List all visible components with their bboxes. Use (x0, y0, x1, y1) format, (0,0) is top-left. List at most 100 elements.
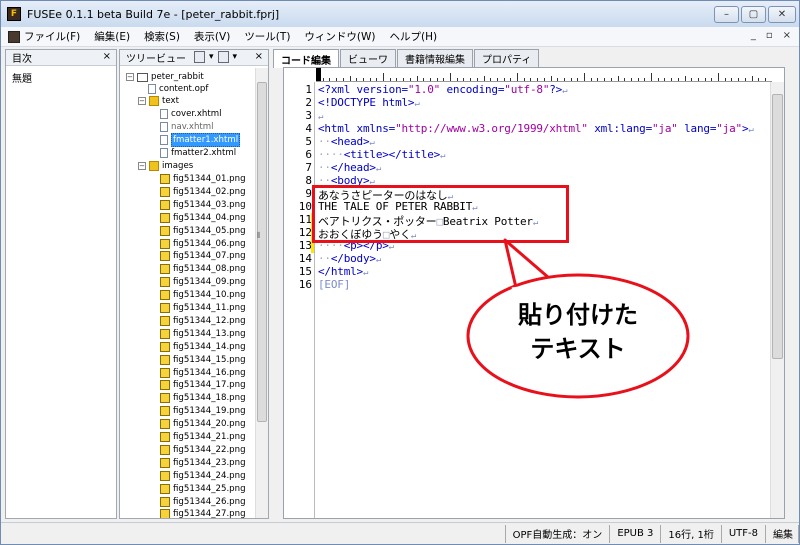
ruler-tick (691, 78, 693, 81)
tree-node-image[interactable]: fig51344_04.png (160, 212, 246, 224)
tree-node-image[interactable]: fig51344_12.png (160, 315, 246, 327)
minimize-button[interactable]: – (714, 6, 739, 23)
pane-splitter-grip[interactable]: ⦀ (257, 231, 261, 241)
close-button[interactable]: ✕ (768, 6, 796, 23)
tree-node-file[interactable]: cover.xhtml (160, 108, 222, 120)
tree-node-image[interactable]: fig51344_20.png (160, 418, 246, 430)
mdi-minimize-button[interactable]: _ (751, 30, 756, 41)
ruler-tick (409, 78, 411, 81)
tab-viewer[interactable]: ビューワ (340, 49, 396, 67)
image-file-icon (160, 303, 170, 313)
tree-node-image[interactable]: fig51344_27.png (160, 508, 246, 518)
tree-node-content-opf[interactable]: content.opf (148, 83, 208, 95)
tree-node-file[interactable]: fmatter2.xhtml (160, 147, 236, 159)
tree-node-image[interactable]: fig51344_09.png (160, 276, 246, 288)
ruler-tick (711, 78, 713, 81)
tree-node-image[interactable]: fig51344_22.png (160, 444, 246, 456)
tree-node-image[interactable]: fig51344_23.png (160, 457, 246, 469)
menu-view[interactable]: 表示(V) (187, 29, 237, 44)
tree-node-file-selected[interactable]: fmatter1.xhtml (160, 133, 241, 147)
tree-node-project[interactable]: − peter_rabbit (126, 71, 204, 83)
tree-node-image[interactable]: fig51344_16.png (160, 367, 246, 379)
tree-node-label: fig51344_26.png (173, 496, 246, 507)
ruler-tick (476, 78, 478, 81)
tree-node-image[interactable]: fig51344_06.png (160, 238, 246, 250)
collapse-icon[interactable]: − (138, 97, 146, 105)
add-folder-dropdown-icon[interactable]: ▾ (233, 52, 238, 62)
tree-node-images-folder[interactable]: − images (138, 160, 193, 172)
add-file-dropdown-icon[interactable]: ▾ (209, 52, 214, 62)
tree-node-label: fig51344_11.png (173, 303, 246, 313)
collapse-icon[interactable]: − (138, 162, 146, 170)
column-ruler (316, 68, 772, 82)
book-icon (137, 72, 148, 82)
tree-node-image[interactable]: fig51344_08.png (160, 263, 246, 275)
code-editor[interactable]: 1 2 3 4 5 6 7 8 9 10 11 12 13 14 15 16 <?xml version="1… (283, 67, 785, 519)
ruler-tick (336, 78, 338, 81)
tree-node-image[interactable]: fig51344_01.png (160, 173, 246, 185)
menu-window[interactable]: ウィンドウ(W) (297, 29, 382, 44)
tab-code-edit[interactable]: コード編集 (273, 49, 339, 68)
app-window: F FUSEe 0.1.1 beta Build 7e - [peter_rab… (0, 0, 800, 545)
ruler-tick (510, 78, 512, 81)
add-folder-icon[interactable] (217, 51, 229, 63)
tree-node-image[interactable]: fig51344_15.png (160, 354, 246, 366)
editor-scrollbar[interactable] (770, 82, 784, 518)
collapse-icon[interactable]: − (126, 73, 134, 81)
app-icon: F (7, 7, 21, 21)
mdi-restore-button[interactable]: ▫ (766, 30, 773, 41)
toc-close-icon[interactable]: × (103, 51, 111, 62)
menu-edit[interactable]: 編集(E) (87, 29, 137, 44)
tree-node-image[interactable]: fig51344_21.png (160, 431, 246, 443)
tree-node-file[interactable]: nav.xhtml (160, 121, 214, 133)
editor-scrollbar-thumb[interactable] (772, 94, 783, 359)
menu-tools[interactable]: ツール(T) (237, 29, 297, 44)
menu-help[interactable]: ヘルプ(H) (383, 29, 445, 44)
menu-search[interactable]: 検索(S) (137, 29, 187, 44)
code-line-16-eof: [EOF] (318, 278, 351, 291)
ruler-tick (376, 78, 378, 81)
ruler-tick (684, 76, 686, 81)
tree-node-image[interactable]: fig51344_14.png (160, 341, 246, 353)
tree-node-image[interactable]: fig51344_02.png (160, 186, 246, 198)
tree-node-image[interactable]: fig51344_07.png (160, 250, 246, 262)
tree-node-image[interactable]: fig51344_13.png (160, 328, 246, 340)
tree-node-image[interactable]: fig51344_26.png (160, 496, 246, 508)
mdi-close-button[interactable]: × (783, 30, 791, 41)
tree-node-label: fig51344_09.png (173, 277, 246, 288)
tree-node-image[interactable]: fig51344_11.png (160, 302, 246, 314)
tab-properties[interactable]: プロパティ (474, 49, 540, 67)
ruler-tick (537, 78, 539, 81)
tree-node-label: fig51344_21.png (173, 432, 246, 442)
ruler-tick (436, 78, 438, 81)
tree-scrollbar-thumb[interactable] (257, 82, 267, 422)
tree-node-image[interactable]: fig51344_03.png (160, 199, 246, 211)
tree-node-image[interactable]: fig51344_05.png (160, 225, 246, 237)
tree-close-icon[interactable]: × (255, 51, 263, 62)
tree-node-label: fig51344_01.png (173, 174, 246, 184)
image-file-icon (160, 367, 170, 378)
add-file-icon[interactable] (194, 51, 205, 63)
ruler-tick (630, 78, 632, 81)
maximize-button[interactable]: ▢ (741, 6, 766, 23)
tab-book-info[interactable]: 書籍情報編集 (397, 49, 473, 67)
tree-node-image[interactable]: fig51344_18.png (160, 392, 246, 404)
tree-node-image[interactable]: fig51344_17.png (160, 379, 246, 391)
toc-item[interactable]: 無題 (6, 66, 116, 89)
ruler-tick (758, 78, 760, 81)
tree-node-image[interactable]: fig51344_24.png (160, 470, 246, 482)
ruler-tick (503, 78, 505, 81)
tree-node-image[interactable]: fig51344_10.png (160, 289, 246, 301)
title-bar[interactable]: F FUSEe 0.1.1 beta Build 7e - [peter_rab… (1, 1, 799, 27)
tree-node-text-folder[interactable]: − text (138, 95, 179, 107)
ruler-tick (443, 78, 445, 81)
callout-line-2: テキスト (530, 335, 626, 363)
line-number: 11 (298, 213, 312, 226)
image-file-icon (160, 328, 170, 339)
tree-scrollbar[interactable] (255, 68, 268, 518)
file-tree: − peter_rabbit content.opf − text cover.xh… (120, 68, 256, 518)
tree-node-image[interactable]: fig51344_19.png (160, 405, 246, 417)
menu-file[interactable]: ファイル(F) (1, 29, 87, 44)
line-number: 14 (298, 252, 312, 265)
tree-node-image[interactable]: fig51344_25.png (160, 483, 246, 495)
